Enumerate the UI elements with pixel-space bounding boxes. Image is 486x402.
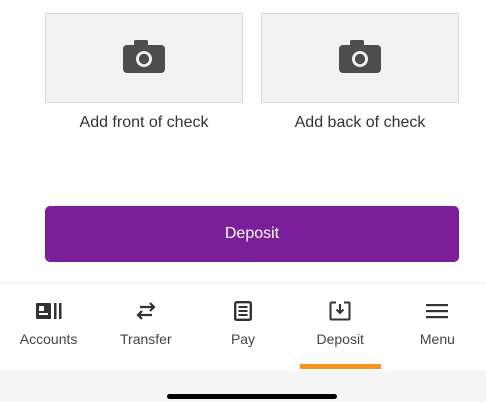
transfer-arrows-icon — [134, 300, 158, 322]
nav-label-pay: Pay — [230, 331, 256, 347]
active-tab-indicator — [299, 364, 381, 369]
bottom-nav-bar: Accounts Transfer Pay Deposit Menu — [0, 283, 486, 372]
home-indicator[interactable] — [167, 394, 337, 399]
nav-item-deposit[interactable]: Deposit — [292, 284, 389, 372]
add-front-of-check-tile[interactable] — [45, 13, 243, 103]
deposit-button[interactable]: Deposit — [45, 206, 459, 262]
nav-label-menu: Menu — [419, 331, 455, 347]
nav-item-pay[interactable]: Pay — [194, 284, 291, 372]
nav-item-menu[interactable]: Menu — [389, 284, 486, 372]
pay-document-icon — [234, 300, 252, 322]
nav-item-accounts[interactable]: Accounts — [0, 284, 97, 372]
nav-label-transfer: Transfer — [120, 331, 172, 347]
hamburger-menu-icon — [426, 300, 449, 322]
deposit-download-icon — [329, 300, 351, 322]
system-home-bar-area — [0, 371, 486, 402]
back-of-check-label: Add back of check — [294, 114, 426, 131]
accounts-icon — [35, 300, 62, 322]
camera-icon — [122, 38, 166, 79]
nav-label-accounts: Accounts — [19, 331, 78, 347]
add-back-of-check-tile[interactable] — [261, 13, 459, 103]
nav-label-deposit: Deposit — [316, 331, 364, 347]
nav-item-transfer[interactable]: Transfer — [97, 284, 194, 372]
camera-icon — [338, 38, 382, 79]
front-of-check-label: Add front of check — [79, 114, 209, 131]
